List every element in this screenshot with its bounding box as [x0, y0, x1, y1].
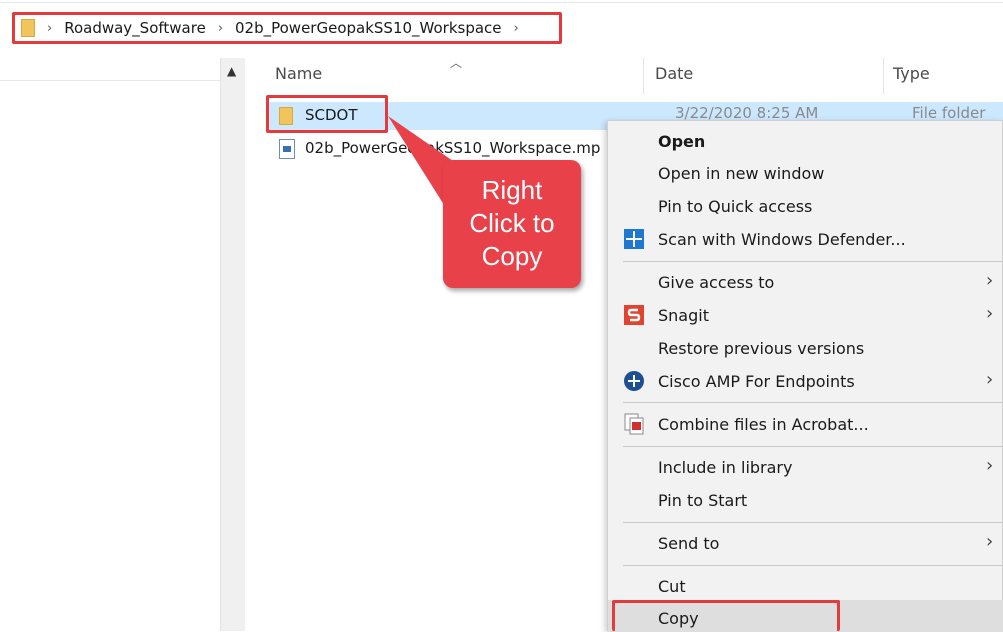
annotation-highlight-box	[266, 95, 388, 133]
cisco-amp-icon	[624, 371, 644, 391]
menu-item-restore-versions[interactable]: Restore previous versions	[658, 339, 864, 358]
folder-icon	[21, 19, 35, 37]
column-separator[interactable]	[883, 58, 884, 94]
breadcrumb-item-workspace[interactable]: 02b_PowerGeopakSS10_Workspace	[235, 19, 502, 37]
chevron-right-icon: ›	[986, 455, 994, 476]
menu-item-send-to[interactable]: Send to	[658, 534, 719, 553]
callout-text: Right Click to Copy	[443, 174, 581, 273]
menu-item-snagit[interactable]: Snagit	[658, 306, 709, 325]
address-bar-top-border	[0, 2, 1003, 3]
menu-item-scan-defender[interactable]: Scan with Windows Defender...	[658, 230, 906, 249]
callout-line: Click to	[469, 208, 555, 238]
menu-item-give-access[interactable]: Give access to	[658, 273, 774, 292]
context-menu: Open Open in new window Pin to Quick acc…	[607, 120, 1003, 632]
menu-item-pin-start[interactable]: Pin to Start	[658, 491, 747, 510]
chevron-right-icon[interactable]: ›	[514, 21, 519, 36]
chevron-right-icon[interactable]: ›	[47, 21, 52, 36]
menu-separator	[623, 522, 1003, 523]
annotation-highlight-box	[612, 600, 840, 631]
windows-defender-icon	[624, 229, 644, 249]
menu-separator	[623, 261, 1003, 262]
nav-divider	[0, 80, 220, 81]
chevron-right-icon: ›	[986, 303, 994, 324]
menu-item-combine-acrobat[interactable]: Combine files in Acrobat...	[658, 415, 869, 434]
column-header-date[interactable]: Date	[655, 64, 693, 83]
chevron-right-icon[interactable]: ›	[218, 21, 223, 36]
callout-line: Copy	[481, 241, 543, 271]
snagit-icon	[624, 305, 644, 325]
file-icon	[279, 139, 295, 159]
address-bar: › Roadway_Software › 02b_PowerGeopakSS10…	[0, 0, 1003, 58]
column-header-name[interactable]: Name	[275, 64, 322, 83]
scroll-up-arrow-icon[interactable]: ▲	[227, 64, 236, 78]
menu-item-cut[interactable]: Cut	[658, 577, 686, 596]
nav-scrollbar[interactable]: ▲	[220, 58, 245, 631]
callout-annotation: Right Click to Copy	[443, 160, 581, 288]
breadcrumb[interactable]: › Roadway_Software › 02b_PowerGeopakSS10…	[12, 12, 562, 44]
chevron-right-icon: ›	[986, 531, 994, 552]
sort-caret-icon: ︿	[450, 56, 463, 70]
menu-item-pin-quick-access[interactable]: Pin to Quick access	[658, 197, 812, 216]
menu-separator	[623, 565, 1003, 566]
menu-item-include-library[interactable]: Include in library	[658, 458, 792, 477]
menu-item-cisco-amp[interactable]: Cisco AMP For Endpoints	[658, 372, 855, 391]
menu-separator	[623, 402, 1003, 403]
acrobat-icon	[624, 413, 644, 435]
menu-separator	[623, 446, 1003, 447]
breadcrumb-item-roadway-software[interactable]: Roadway_Software	[64, 19, 206, 37]
menu-item-open[interactable]: Open	[658, 132, 705, 151]
chevron-right-icon: ›	[986, 270, 994, 291]
column-header-type[interactable]: Type	[893, 64, 930, 83]
callout-line: Right	[481, 175, 543, 205]
menu-item-open-new-window[interactable]: Open in new window	[658, 164, 824, 183]
navigation-pane: ▲	[0, 58, 245, 631]
chevron-right-icon: ›	[986, 369, 994, 390]
column-separator[interactable]	[643, 58, 644, 94]
